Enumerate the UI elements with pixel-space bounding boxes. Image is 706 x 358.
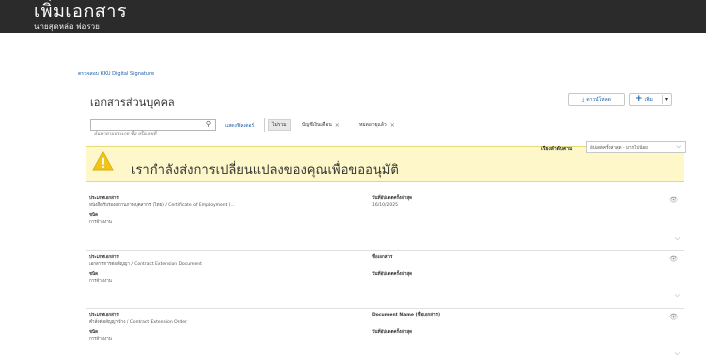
chevron-down-icon[interactable]: ⌵ [675,291,680,300]
filter-chip[interactable]: หมดอายุแล้ว × [356,119,398,131]
banner-message: เรากำลังส่งการเปลี่ยนแปลงของคุณเพื่อขออน… [131,163,399,178]
close-icon[interactable]: × [390,122,395,129]
show-filters-link[interactable]: แสดงฟิลเตอร์ [225,122,254,130]
type-label: ประเภทเอกสาร [89,255,119,260]
eye-icon[interactable]: 👁 [669,313,678,321]
category-value: การจ้างงาน [89,220,112,225]
add-button-divider [662,95,663,104]
page-heading: เพิ่มเอกสาร [34,1,128,22]
updated-label: วันที่อัปเดตครั้งล่าสุด [372,272,413,277]
document-row[interactable]: ประเภทเอกสาร เอกสารการต่อสัญญา / Contrac… [86,255,684,305]
type-value: หนังสือรับรองสถานภาพบุคลากร (ไทย) / Cert… [89,203,235,208]
row-divider [86,308,684,309]
app-header: เพิ่มเอกสาร นายสุดหล่อ พ่อรวย [0,0,706,33]
filter-chip-label: บัญชีเงินเดือน [302,122,332,128]
type-label: ประเภทเอกสาร [89,313,119,318]
sort-selected-value: อัปเดตครั้งล่าสุด - มากไปน้อย [590,145,648,151]
chevron-down-icon[interactable]: ⌵ [675,349,680,358]
row-divider [86,250,684,251]
download-icon: ⤓ [582,96,585,103]
updated-value: 16/10/2025 [372,203,398,208]
document-row[interactable]: ประเภทเอกสาร หนังสือรับรองสถานภาพบุคลากร… [86,196,684,246]
type-label: ประเภทเอกสาร [89,196,119,201]
category-value: การจ้างงาน [89,337,112,342]
download-label: ดาวน์โหลด [586,96,611,103]
page-title: เอกสารส่วนบุคคล [90,96,175,109]
document-name-label: ชื่อเอกสาร [372,255,393,260]
filter-divider [264,118,265,132]
search-box: ⚲ [90,119,216,140]
updated-label: วันที่อัปเดตครั้งล่าสุด [372,330,413,335]
add-button[interactable]: + เพิ่ม ▾ [629,93,672,106]
plus-icon: + [635,94,643,104]
add-label: เพิ่ม [644,96,653,103]
type-value: คำสั่งต่อสัญญาจ้าง / Contract Extension … [89,320,187,325]
user-name: นายสุดหล่อ พ่อรวย [34,22,100,31]
eye-icon[interactable]: 👁 [669,255,678,263]
eye-icon[interactable]: 👁 [669,196,678,204]
search-icon[interactable]: ⚲ [206,120,211,128]
chevron-down-icon: ⌵ [676,143,681,150]
filter-chip-label: ไม่รวม [272,122,287,128]
caret-down-icon[interactable]: ▾ [665,96,668,103]
document-row[interactable]: ประเภทเอกสาร คำสั่งต่อสัญญาจ้าง / Contra… [86,313,684,358]
type-value: เอกสารการต่อสัญญา / Contract Extension D… [89,262,202,267]
category-value: การจ้างงาน [89,279,112,284]
filter-chip-label: หมดอายุแล้ว [359,122,387,128]
category-label: ชนิด [89,330,99,335]
close-icon[interactable]: × [335,122,340,129]
warning-icon [92,151,114,171]
sort-select[interactable]: อัปเดตครั้งล่าสุด - มากไปน้อย ⌵ [586,141,686,153]
category-label: ชนิด [89,272,99,277]
updated-label: วันที่อัปเดตครั้งล่าสุด [372,196,413,201]
document-name-label: Document Name (ชื่อเอกสาร) [372,313,440,318]
breadcrumb-link[interactable]: ตรวจสอบ KKU Digital Signature [78,70,154,78]
filter-chip-all[interactable]: ไม่รวม [268,119,291,131]
sort-label: เรียงลำดับตาม [541,146,573,152]
filter-chip[interactable]: บัญชีเงินเดือน × [299,119,343,131]
category-label: ชนิด [89,213,99,218]
chevron-down-icon[interactable]: ⌵ [675,234,680,243]
download-button[interactable]: ⤓ ดาวน์โหลด [568,93,625,106]
search-input[interactable] [91,129,201,140]
